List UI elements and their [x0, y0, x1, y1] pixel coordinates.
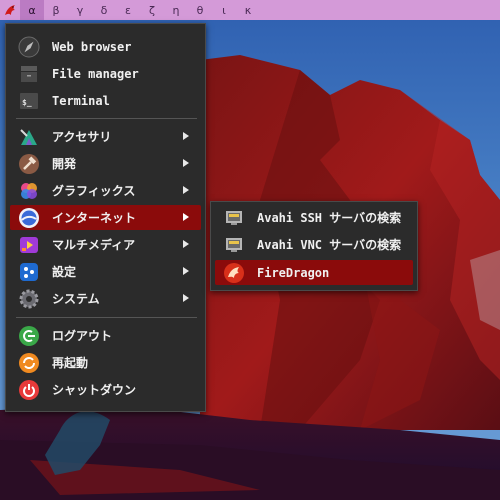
workspace-button[interactable]: κ — [236, 0, 260, 20]
logout-icon — [18, 325, 40, 347]
menu-item-label: 再起動 — [52, 356, 89, 370]
menu-item-settings[interactable]: 設定 — [10, 259, 201, 284]
workspace-button[interactable]: δ — [92, 0, 116, 20]
submenu-arrow-icon — [183, 240, 189, 248]
menu-item-label: File manager — [52, 66, 139, 81]
menu-item-multimedia[interactable]: マルチメディア — [10, 232, 201, 257]
svg-text:$_: $_ — [22, 98, 32, 107]
submenu-arrow-icon — [183, 267, 189, 275]
submenu-arrow-icon — [183, 132, 189, 140]
menu-item-label: マルチメディア — [52, 238, 136, 252]
submenu-item-avahi-ssh[interactable]: Avahi SSH サーバの検索 — [215, 205, 413, 230]
power-icon — [18, 379, 40, 401]
workspace-button[interactable]: θ — [188, 0, 212, 20]
workspace-button[interactable]: ε — [116, 0, 140, 20]
menu-item-label: アクセサリ — [52, 130, 112, 144]
internet-icon — [18, 207, 40, 229]
application-menu: Web browser File manager $_ Terminal アクセ… — [5, 23, 206, 412]
internet-submenu: Avahi SSH サーバの検索 Avahi VNC サーバの検索 FireDr… — [210, 201, 418, 291]
menu-item-accessories[interactable]: アクセサリ — [10, 124, 201, 149]
menu-item-internet[interactable]: インターネット — [10, 205, 201, 230]
settings-icon — [18, 261, 40, 283]
top-panel: α β γ δ ε ζ η θ ι κ — [0, 0, 500, 20]
workspace-button[interactable]: γ — [68, 0, 92, 20]
submenu-arrow-icon — [183, 294, 189, 302]
menu-item-label: 設定 — [52, 265, 77, 279]
menu-item-development[interactable]: 開発 — [10, 151, 201, 176]
menu-item-file-manager[interactable]: File manager — [10, 61, 201, 86]
hammer-icon — [18, 153, 40, 175]
gear-icon — [18, 288, 40, 310]
firedragon-launcher-icon[interactable] — [0, 0, 20, 20]
workspace-button[interactable]: α — [20, 0, 44, 20]
restart-icon — [18, 352, 40, 374]
network-icon — [223, 234, 245, 256]
menu-separator — [16, 118, 197, 119]
accessories-icon — [18, 126, 40, 148]
multimedia-icon — [18, 234, 40, 256]
menu-item-graphics[interactable]: グラフィックス — [10, 178, 201, 203]
submenu-arrow-icon — [183, 186, 189, 194]
graphics-icon — [18, 180, 40, 202]
compass-icon — [18, 36, 40, 58]
menu-item-label: Avahi SSH サーバの検索 — [257, 211, 402, 225]
firedragon-icon — [223, 262, 245, 284]
network-icon — [223, 207, 245, 229]
menu-item-label: インターネット — [52, 211, 137, 225]
file-manager-icon — [18, 63, 40, 85]
menu-separator — [16, 317, 197, 318]
menu-item-shutdown[interactable]: シャットダウン — [10, 377, 201, 402]
submenu-item-firedragon[interactable]: FireDragon — [215, 260, 413, 285]
submenu-arrow-icon — [183, 213, 189, 221]
menu-item-label: ログアウト — [52, 329, 113, 343]
menu-item-restart[interactable]: 再起動 — [10, 350, 201, 375]
workspace-button[interactable]: β — [44, 0, 68, 20]
terminal-icon: $_ — [18, 90, 40, 112]
menu-item-web-browser[interactable]: Web browser — [10, 34, 201, 59]
menu-item-label: Avahi VNC サーバの検索 — [257, 238, 402, 252]
menu-item-terminal[interactable]: $_ Terminal — [10, 88, 201, 113]
workspace-button[interactable]: ζ — [140, 0, 164, 20]
menu-item-label: FireDragon — [257, 265, 330, 280]
menu-item-label: Terminal — [52, 93, 110, 108]
workspace-button[interactable]: η — [164, 0, 188, 20]
menu-item-label: 開発 — [52, 157, 77, 171]
submenu-item-avahi-vnc[interactable]: Avahi VNC サーバの検索 — [215, 232, 413, 257]
menu-item-label: グラフィックス — [52, 184, 136, 198]
workspace-button[interactable]: ι — [212, 0, 236, 20]
menu-item-label: システム — [52, 292, 100, 306]
submenu-arrow-icon — [183, 159, 189, 167]
menu-item-logout[interactable]: ログアウト — [10, 323, 201, 348]
menu-item-label: Web browser — [52, 39, 132, 54]
menu-item-system[interactable]: システム — [10, 286, 201, 311]
menu-item-label: シャットダウン — [52, 383, 137, 397]
